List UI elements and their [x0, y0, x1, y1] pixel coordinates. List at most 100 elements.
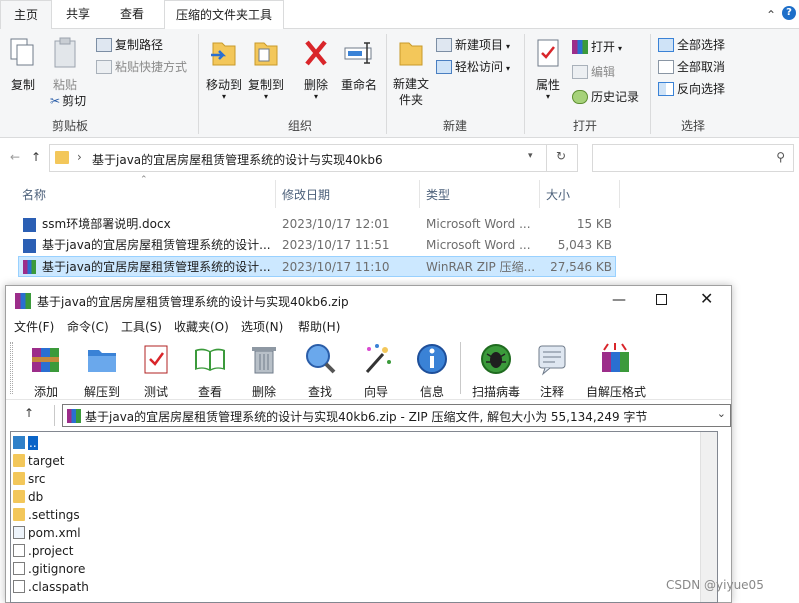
file-date: 2023/10/17 12:01: [282, 217, 390, 231]
minimize-icon[interactable]: —: [612, 292, 626, 308]
list-item-parent[interactable]: ..: [13, 434, 38, 452]
sfx-label: 自解压格式: [585, 385, 646, 399]
history-icon: [572, 90, 588, 104]
select-all-button[interactable]: 全部选择: [658, 35, 725, 55]
column-header-date[interactable]: 修改日期: [282, 186, 330, 203]
list-item[interactable]: db: [13, 488, 43, 506]
tab-home[interactable]: 主页: [0, 0, 52, 30]
select-none-button[interactable]: 全部取消: [658, 57, 725, 77]
comment-label: 注释: [539, 385, 564, 399]
find-button[interactable]: 查找: [300, 342, 340, 400]
divider: [619, 180, 620, 208]
paste-shortcut-button[interactable]: 粘贴快捷方式: [96, 57, 187, 77]
ribbon-collapse-icon[interactable]: ⌃: [766, 8, 776, 22]
history-button[interactable]: 历史记录: [572, 87, 639, 107]
paste-icon: [54, 37, 76, 68]
view-button[interactable]: 查看: [188, 342, 232, 400]
winrar-title-bar[interactable]: 基于java的宜居房屋租赁管理系统的设计与实现40kb6.zip — ✕: [6, 286, 731, 316]
copy-to-button[interactable]: 复制到 ▾: [246, 37, 286, 101]
delete-archive-button[interactable]: 删除: [244, 342, 284, 400]
edit-button[interactable]: 编辑: [572, 62, 615, 82]
trash-icon: [252, 347, 276, 374]
back-arrow-icon[interactable]: ←: [10, 150, 20, 164]
tab-compressed-folder-tools[interactable]: 压缩的文件夹工具: [164, 0, 284, 30]
cut-button[interactable]: ✂ 剪切: [50, 91, 86, 111]
properties-icon: [537, 39, 559, 67]
tab-share[interactable]: 共享: [56, 0, 100, 29]
new-item-button[interactable]: 新建项目 ▾: [436, 35, 510, 55]
refresh-icon[interactable]: ↻: [556, 149, 566, 163]
ribbon-divider: [198, 34, 199, 134]
paste-button[interactable]: 粘贴: [48, 37, 82, 93]
column-header-size[interactable]: 大小: [546, 186, 570, 203]
up-arrow-icon[interactable]: ↑: [31, 150, 41, 164]
menu-commands[interactable]: 命令(C): [67, 318, 109, 335]
view-book-icon: [195, 348, 225, 371]
scan-virus-label: 扫描病毒: [471, 385, 520, 399]
up-folder-arrow-icon[interactable]: ↑: [24, 406, 34, 420]
menu-file[interactable]: 文件(F): [14, 318, 54, 335]
copy-button[interactable]: 复制: [6, 37, 40, 93]
file-row[interactable]: ssm环境部署说明.docx 2023/10/17 12:01 Microsof…: [18, 214, 616, 235]
breadcrumb-chevron-icon[interactable]: ›: [77, 150, 82, 164]
help-icon[interactable]: ?: [782, 6, 796, 20]
search-input[interactable]: ⚲: [592, 144, 794, 172]
move-to-button[interactable]: 移动到 ▾: [204, 37, 244, 101]
sfx-button[interactable]: 自解压格式: [584, 342, 648, 400]
test-icon: [144, 345, 168, 374]
properties-button[interactable]: 属性 ▾: [530, 37, 566, 101]
menu-help[interactable]: 帮助(H): [298, 318, 340, 335]
invert-selection-button[interactable]: 反向选择: [658, 79, 725, 99]
list-item[interactable]: .settings: [13, 506, 80, 524]
list-item[interactable]: .classpath: [13, 578, 89, 596]
copy-path-button[interactable]: 复制路径: [96, 35, 163, 55]
extract-to-button[interactable]: 解压到: [78, 342, 126, 400]
list-item[interactable]: src: [13, 470, 46, 488]
folder-icon: [55, 151, 69, 164]
menu-options[interactable]: 选项(N): [241, 318, 283, 335]
winrar-archive-icon: [23, 260, 36, 274]
archive-path-select[interactable]: 基于java的宜居房屋租赁管理系统的设计与实现40kb6.zip - ZIP 压…: [62, 404, 731, 427]
path-dropdown-icon[interactable]: ⌄: [717, 407, 726, 420]
parent-folder-icon: [13, 436, 25, 449]
address-dropdown-icon[interactable]: ▾: [528, 151, 533, 161]
rename-button[interactable]: 重命名: [338, 37, 380, 93]
info-button[interactable]: 信息: [412, 342, 452, 400]
file-row-selected[interactable]: 基于java的宜居房屋租赁管理系统的设计... 2023/10/17 11:10…: [18, 256, 616, 277]
test-button[interactable]: 测试: [136, 342, 176, 400]
ribbon-divider: [386, 34, 387, 134]
wizard-button[interactable]: 向导: [356, 342, 396, 400]
folder-icon: [13, 472, 25, 485]
info-icon: [417, 344, 447, 374]
address-bar[interactable]: › 基于java的宜居房屋租赁管理系统的设计与实现40kb6 ▾ ↻: [49, 144, 578, 172]
select-group-label: 选择: [680, 119, 705, 133]
list-item[interactable]: .project: [13, 542, 73, 560]
scan-virus-button[interactable]: 扫描病毒: [468, 342, 524, 400]
maximize-icon[interactable]: [656, 294, 667, 305]
folder-icon: [13, 508, 25, 521]
edit-label: 编辑: [591, 65, 616, 79]
new-folder-button[interactable]: 新建文件夹: [392, 37, 430, 108]
comment-button[interactable]: 注释: [532, 342, 572, 400]
tab-view[interactable]: 查看: [110, 0, 154, 29]
file-size: 5,043 KB: [557, 238, 612, 252]
menu-tools[interactable]: 工具(S): [121, 318, 162, 335]
easy-access-button[interactable]: 轻松访问 ▾: [436, 57, 510, 77]
close-icon[interactable]: ✕: [700, 289, 713, 308]
add-button[interactable]: 添加: [26, 342, 66, 400]
open-button[interactable]: 打开 ▾: [572, 37, 622, 57]
vertical-scrollbar[interactable]: [700, 432, 717, 602]
item-name: src: [28, 472, 46, 486]
delete-button[interactable]: 删除 ▾: [298, 37, 334, 101]
column-header-name[interactable]: 名称: [22, 186, 46, 203]
column-header-type[interactable]: 类型: [426, 186, 450, 203]
list-item[interactable]: .gitignore: [13, 560, 85, 578]
list-item[interactable]: pom.xml: [13, 524, 81, 542]
list-item[interactable]: target: [13, 452, 65, 470]
delete-x-icon: [305, 40, 327, 66]
file-size: 15 KB: [576, 217, 612, 231]
file-row[interactable]: 基于java的宜居房屋租赁管理系统的设计... 2023/10/17 11:51…: [18, 235, 616, 256]
word-document-icon: [23, 218, 36, 232]
menu-favorites[interactable]: 收藏夹(O): [174, 318, 229, 335]
easy-access-dropdown-icon: ▾: [506, 64, 511, 73]
